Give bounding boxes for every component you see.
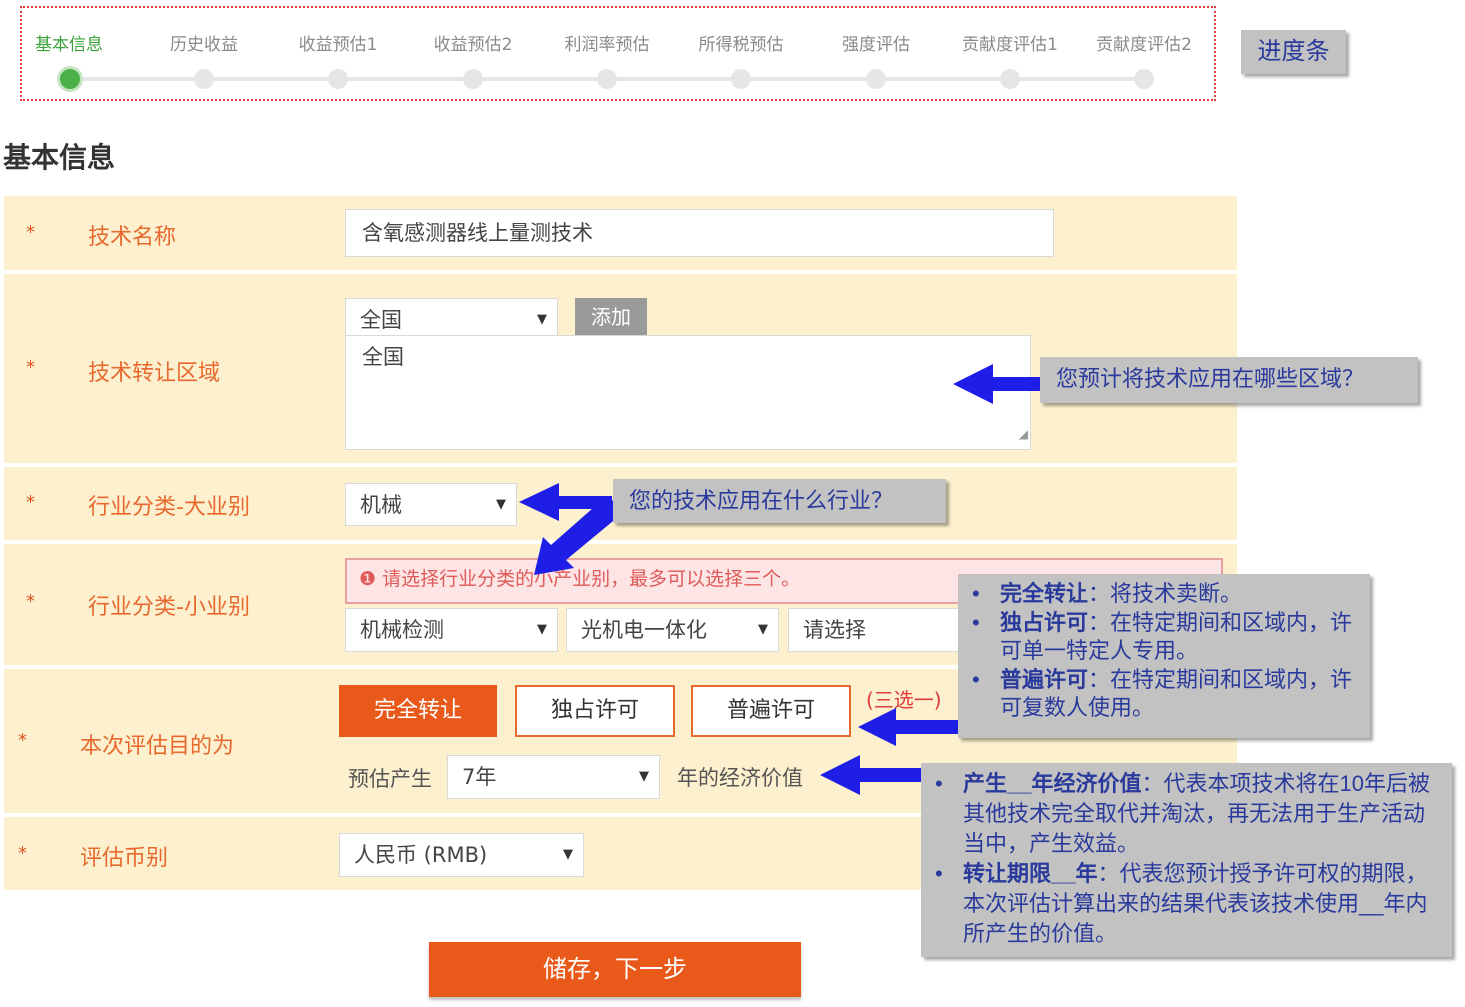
industry-question-callout: 您的技术应用在什么行业？ [613,479,946,523]
year-terms-callout: 产生__年经济价值：代表本项技术将在10年后被其他技术完全取代并淘汰，再无法用于… [921,763,1452,957]
year-term-name: 产生__年经济价值 [963,771,1142,796]
arrow-icon [953,364,1040,404]
license-term-name: 独占许可 [1000,609,1089,635]
arrow-icon [858,708,958,746]
year-term-item: 产生__年经济价值：代表本项技术将在10年后被其他技术完全取代并淘汰，再无法用于… [921,769,1436,859]
year-term-name: 转让期限__年 [963,861,1098,886]
license-term-item: 完全转让：将技术卖断。 [958,580,1360,609]
license-terms-callout: 完全转让：将技术卖断。 独占许可：在特定期间和区域内，许可单一特定人专用。 普遍… [958,574,1370,738]
license-term-item: 普遍许可：在特定期间和区域内，许可复数人使用。 [958,666,1360,723]
region-question-callout: 您预计将技术应用在哪些区域？ [1040,357,1418,403]
arrow-icon [820,755,921,795]
license-term-desc: ：将技术卖断。 [1088,581,1243,606]
license-term-item: 独占许可：在特定期间和区域内，许可单一特定人专用。 [958,609,1360,666]
license-term-name: 完全转让 [1000,581,1089,606]
license-term-name: 普遍许可 [1000,666,1089,692]
year-term-item: 转让期限__年：代表您预计授予许可权的期限，本次评估计算出来的结果代表该技术使用… [921,859,1436,949]
